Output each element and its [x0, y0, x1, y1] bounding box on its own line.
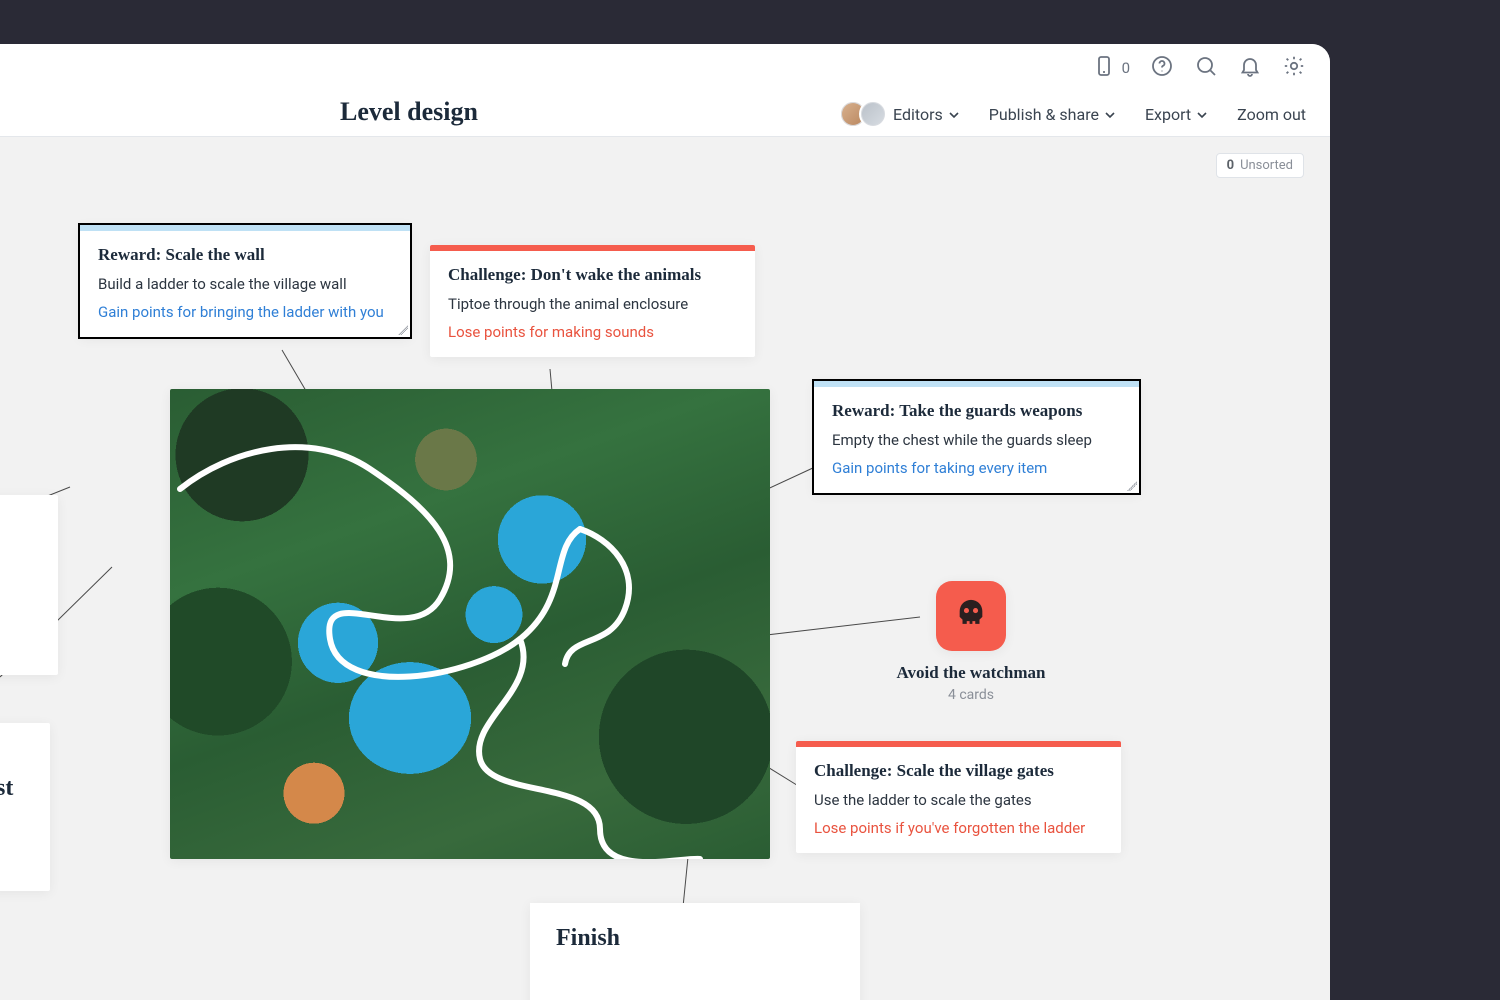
search-button[interactable] — [1194, 54, 1218, 82]
card-challenge-gates[interactable]: Challenge: Scale the village gates Use t… — [796, 741, 1121, 853]
zoom-out-button[interactable]: Zoom out — [1237, 105, 1306, 124]
card-title: Challenge: Scale the village gates — [814, 761, 1103, 781]
editors-menu[interactable]: Editors — [847, 100, 959, 128]
card-outcome: Lose points for making sounds — [448, 323, 737, 341]
card-outcome: Gain points for bringing the ladder with… — [98, 303, 392, 321]
avatar — [859, 100, 887, 128]
chevron-down-icon — [1197, 105, 1207, 124]
page-title: Level design — [340, 97, 478, 127]
chevron-down-icon — [949, 105, 959, 124]
stack-meta: 4 cards — [886, 687, 1056, 703]
gear-icon — [1282, 54, 1306, 82]
zoom-out-label: Zoom out — [1237, 105, 1306, 124]
card-outcome: Gain points for taking every item — [832, 459, 1121, 477]
card-title: Finish — [556, 925, 860, 952]
card-challenge-animals[interactable]: Challenge: Don't wake the animals Tiptoe… — [430, 245, 755, 357]
unsorted-badge[interactable]: 0 Unsorted — [1216, 153, 1304, 178]
export-menu[interactable]: Export — [1145, 105, 1207, 124]
editors-label: Editors — [893, 105, 943, 124]
publish-menu[interactable]: Publish & share — [989, 105, 1115, 124]
header: Level design Editors Publish & share Exp… — [0, 92, 1330, 137]
help-icon — [1150, 54, 1174, 82]
mobile-icon — [1092, 54, 1116, 82]
editor-avatars — [847, 100, 887, 128]
skull-icon — [954, 597, 988, 635]
card-reward-weapons[interactable]: Reward: Take the guards weapons Empty th… — [814, 381, 1139, 493]
card-body: Build a ladder to scale the village wall — [98, 275, 392, 293]
card-outcome: Lose points if you've forgotten the ladd… — [814, 819, 1103, 837]
offscreen-card-text: st — [0, 775, 13, 802]
card-stack-watchman[interactable]: Avoid the watchman 4 cards — [886, 581, 1056, 703]
unsorted-label: Unsorted — [1240, 158, 1293, 173]
app-frame: 0 Level design — [0, 44, 1330, 1000]
card-finish[interactable]: Finish — [530, 903, 860, 1000]
search-icon — [1194, 54, 1218, 82]
help-button[interactable] — [1150, 54, 1174, 82]
export-label: Export — [1145, 105, 1191, 124]
stack-label: Avoid the watchman — [886, 663, 1056, 683]
offscreen-card-left-1[interactable] — [0, 495, 58, 675]
card-reward-scale-wall[interactable]: Reward: Scale the wall Build a ladder to… — [80, 225, 410, 337]
card-title: Reward: Take the guards weapons — [832, 401, 1121, 421]
header-menus: Editors Publish & share Export Zoom out — [847, 100, 1306, 128]
map-image[interactable] — [170, 389, 770, 859]
publish-label: Publish & share — [989, 105, 1099, 124]
card-title: Reward: Scale the wall — [98, 245, 392, 265]
chevron-down-icon — [1105, 105, 1115, 124]
card-body: Empty the chest while the guards sleep — [832, 431, 1121, 449]
utility-bar: 0 — [0, 44, 1330, 93]
device-count-value: 0 — [1122, 59, 1130, 77]
card-body: Tiptoe through the animal enclosure — [448, 295, 737, 313]
stack-tile — [936, 581, 1006, 651]
canvas[interactable]: 0 Unsorted st — [0, 137, 1330, 1000]
offscreen-card-left-2[interactable]: st — [0, 723, 50, 891]
unsorted-count: 0 — [1227, 158, 1234, 173]
bell-icon — [1238, 54, 1262, 82]
settings-button[interactable] — [1282, 54, 1306, 82]
card-body: Use the ladder to scale the gates — [814, 791, 1103, 809]
device-count[interactable]: 0 — [1092, 54, 1130, 82]
card-title: Challenge: Don't wake the animals — [448, 265, 737, 285]
notifications-button[interactable] — [1238, 54, 1262, 82]
